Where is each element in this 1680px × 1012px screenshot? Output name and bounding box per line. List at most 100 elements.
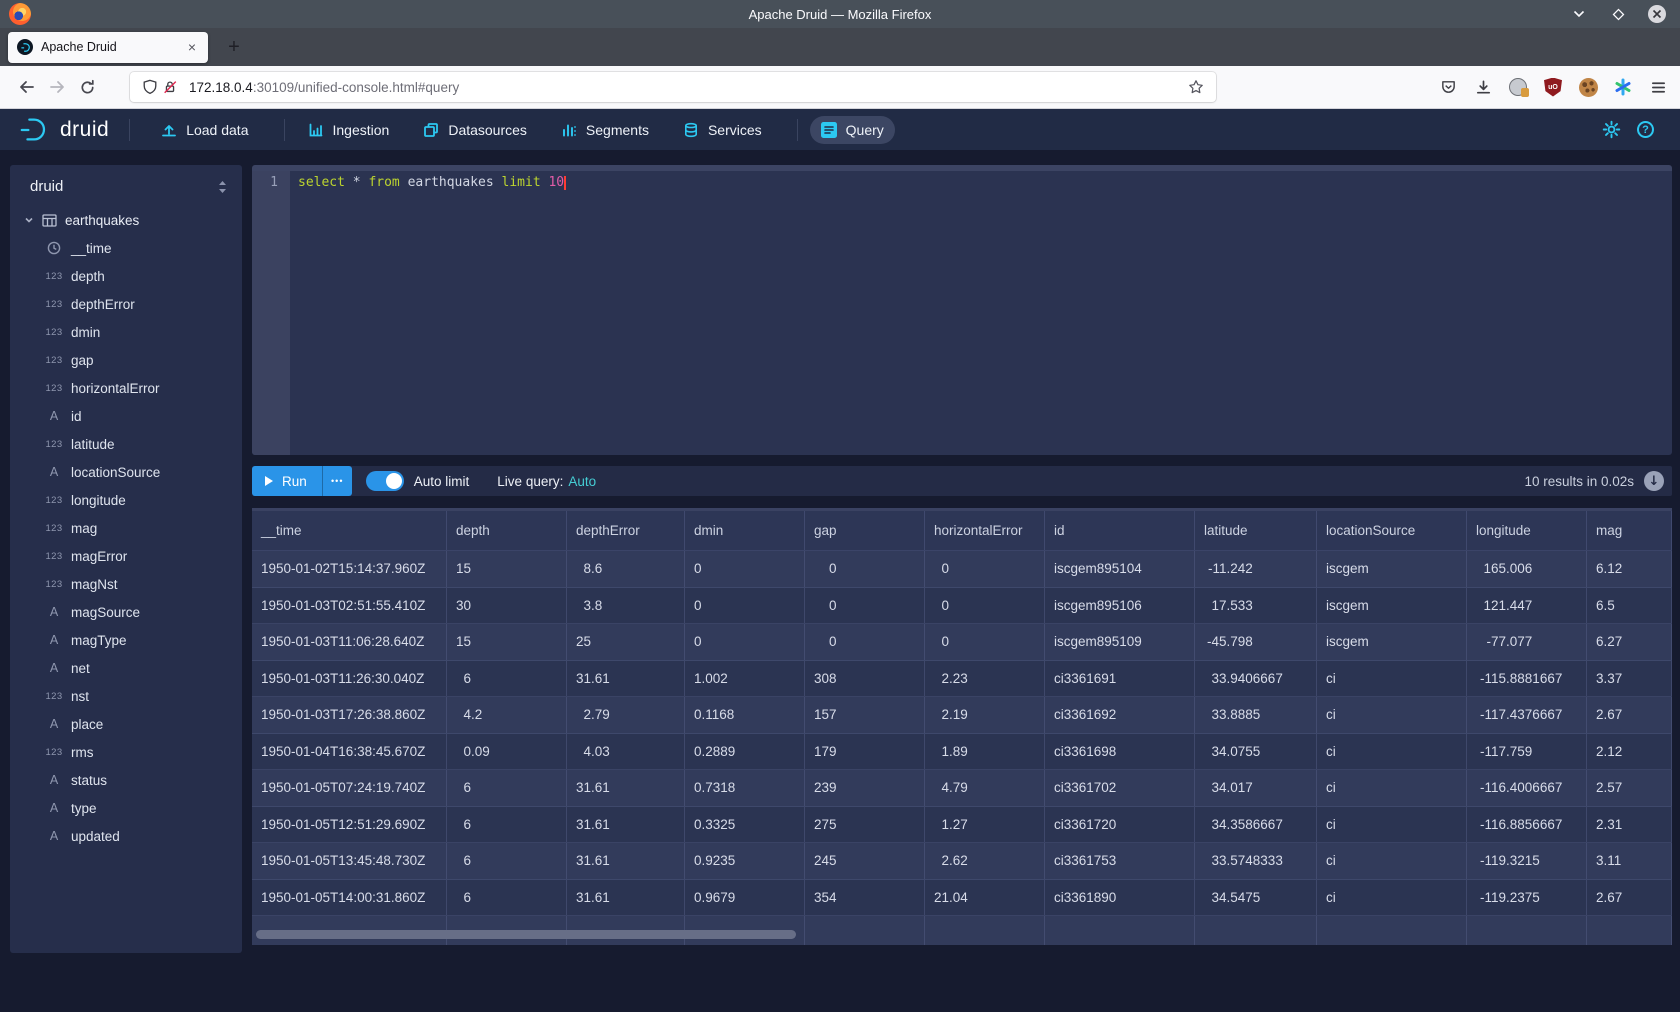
reload-button[interactable] — [72, 72, 102, 102]
results-cell[interactable]: 239 — [805, 770, 925, 806]
live-query[interactable]: Live query:Auto — [497, 474, 596, 489]
results-cell[interactable]: 33.5748333 — [1195, 843, 1317, 879]
sql-code-line[interactable]: select * from earthquakes limit 10 — [290, 171, 566, 455]
sidebar-column-magError[interactable]: 123magError — [10, 542, 242, 570]
sidebar-column-dmin[interactable]: 123dmin — [10, 318, 242, 346]
extension-privacy-icon[interactable] — [1508, 77, 1528, 97]
run-button[interactable]: Run — [252, 466, 322, 496]
cookie-extension-icon[interactable] — [1578, 77, 1598, 97]
results-cell[interactable]: 0.9679 — [685, 880, 805, 916]
results-cell[interactable]: -117.759 — [1467, 734, 1587, 770]
results-cell[interactable]: 0.1168 — [685, 697, 805, 733]
results-cell[interactable]: ci — [1317, 880, 1467, 916]
results-cell[interactable]: 2.12 — [1587, 734, 1672, 770]
results-cell[interactable]: 1950-01-02T15:14:37.960Z — [252, 551, 447, 587]
results-cell[interactable]: 33.8885 — [1195, 697, 1317, 733]
ublock-origin-icon[interactable]: uO — [1543, 77, 1563, 97]
results-cell[interactable]: 25 — [567, 624, 685, 660]
results-cell[interactable]: 2.19 — [925, 697, 1045, 733]
results-cell[interactable]: 0 — [805, 588, 925, 624]
results-cell[interactable]: 245 — [805, 843, 925, 879]
results-cell[interactable]: -119.2375 — [1467, 880, 1587, 916]
nav-datasources[interactable]: Datasources — [412, 116, 538, 144]
sidebar-column-nst[interactable]: 123nst — [10, 682, 242, 710]
results-cell[interactable]: 1.002 — [685, 661, 805, 697]
results-header-gap[interactable]: gap — [805, 511, 925, 550]
results-cell[interactable]: -116.8856667 — [1467, 807, 1587, 843]
results-cell[interactable]: 2.79 — [567, 697, 685, 733]
sidebar-column-net[interactable]: Anet — [10, 654, 242, 682]
results-cell[interactable]: ci — [1317, 807, 1467, 843]
results-cell[interactable]: 2.31 — [1587, 807, 1672, 843]
results-cell[interactable]: 6 — [447, 807, 567, 843]
maximize-icon[interactable] — [1609, 5, 1627, 23]
results-cell[interactable]: 31.61 — [567, 843, 685, 879]
results-cell[interactable]: -45.798 — [1195, 624, 1317, 660]
sidebar-column-locationSource[interactable]: AlocationSource — [10, 458, 242, 486]
results-cell[interactable]: ci3361753 — [1045, 843, 1195, 879]
results-cell[interactable]: 3.11 — [1587, 843, 1672, 879]
results-header-depthError[interactable]: depthError — [567, 511, 685, 550]
results-cell[interactable]: 6.5 — [1587, 588, 1672, 624]
results-cell[interactable]: 275 — [805, 807, 925, 843]
results-cell[interactable]: 0.9235 — [685, 843, 805, 879]
tab-close-icon[interactable]: × — [182, 37, 202, 57]
results-cell[interactable]: -119.3215 — [1467, 843, 1587, 879]
sort-icon[interactable] — [217, 180, 228, 194]
download-results-icon[interactable]: ↓ — [1644, 471, 1664, 491]
results-cell[interactable]: 34.017 — [1195, 770, 1317, 806]
results-cell[interactable]: 0 — [685, 624, 805, 660]
results-cell[interactable]: 157 — [805, 697, 925, 733]
results-cell[interactable]: ci3361698 — [1045, 734, 1195, 770]
results-cell[interactable]: 2.67 — [1587, 697, 1672, 733]
results-header-locationSource[interactable]: locationSource — [1317, 511, 1467, 550]
nav-segments[interactable]: Segments — [550, 116, 660, 144]
results-cell[interactable]: iscgem — [1317, 588, 1467, 624]
sidebar-column-magNst[interactable]: 123magNst — [10, 570, 242, 598]
pocket-icon[interactable] — [1438, 77, 1458, 97]
results-cell[interactable]: 0 — [925, 551, 1045, 587]
nav-services[interactable]: Services — [672, 116, 773, 144]
results-cell[interactable]: 1.89 — [925, 734, 1045, 770]
nav-query[interactable]: Query — [810, 116, 895, 144]
results-cell[interactable]: -117.4376667 — [1467, 697, 1587, 733]
results-cell[interactable]: ci3361702 — [1045, 770, 1195, 806]
sidebar-column-__time[interactable]: __time — [10, 234, 242, 262]
results-cell[interactable]: 1.27 — [925, 807, 1045, 843]
sidebar-column-magType[interactable]: AmagType — [10, 626, 242, 654]
help-icon[interactable]: ? — [1637, 121, 1654, 138]
results-cell[interactable]: ci — [1317, 770, 1467, 806]
results-header-mag[interactable]: mag — [1587, 511, 1672, 550]
results-cell[interactable]: iscgem895106 — [1045, 588, 1195, 624]
results-cell[interactable]: 31.61 — [567, 807, 685, 843]
results-cell[interactable]: 0 — [805, 551, 925, 587]
results-cell[interactable]: 6 — [447, 770, 567, 806]
druid-logo-icon[interactable] — [18, 116, 52, 143]
nav-ingestion[interactable]: Ingestion — [297, 116, 401, 144]
results-cell[interactable]: 0 — [925, 624, 1045, 660]
results-cell[interactable]: 165.006 — [1467, 551, 1587, 587]
results-cell[interactable]: 8.6 — [567, 551, 685, 587]
results-cell[interactable]: 6 — [447, 843, 567, 879]
back-button[interactable] — [12, 72, 42, 102]
sidebar-column-updated[interactable]: Aupdated — [10, 822, 242, 850]
results-cell[interactable]: 34.0755 — [1195, 734, 1317, 770]
results-cell[interactable]: 21.04 — [925, 880, 1045, 916]
results-cell[interactable]: 3.37 — [1587, 661, 1672, 697]
window-menu-chevron-icon[interactable] — [1570, 5, 1588, 23]
new-tab-button[interactable]: + — [220, 33, 248, 61]
sidebar-column-id[interactable]: Aid — [10, 402, 242, 430]
results-cell[interactable]: 6.27 — [1587, 624, 1672, 660]
results-cell[interactable]: 1950-01-05T14:00:31.860Z — [252, 880, 447, 916]
settings-gear-icon[interactable] — [1602, 120, 1621, 139]
results-cell[interactable]: 4.03 — [567, 734, 685, 770]
results-cell[interactable]: 4.79 — [925, 770, 1045, 806]
results-cell[interactable]: iscgem895104 — [1045, 551, 1195, 587]
results-cell[interactable]: 34.3586667 — [1195, 807, 1317, 843]
sidebar-column-magSource[interactable]: AmagSource — [10, 598, 242, 626]
horizontal-scrollbar-thumb[interactable] — [256, 930, 796, 939]
results-cell[interactable]: 30 — [447, 588, 567, 624]
results-cell[interactable]: 2.62 — [925, 843, 1045, 879]
results-cell[interactable]: ci — [1317, 661, 1467, 697]
results-header-longitude[interactable]: longitude — [1467, 511, 1587, 550]
